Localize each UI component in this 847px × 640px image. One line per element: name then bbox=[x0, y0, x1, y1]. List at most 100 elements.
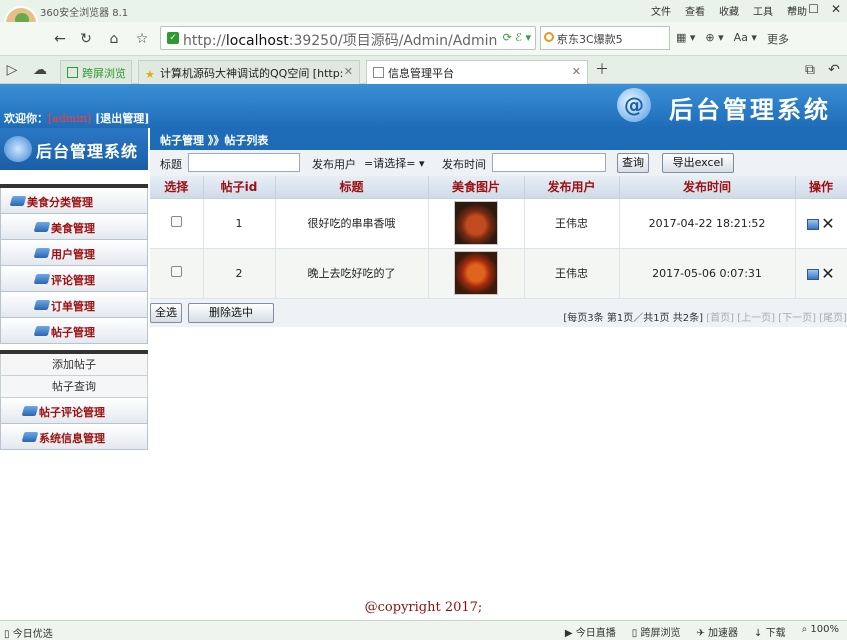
pager-prev[interactable]: [上一页] bbox=[737, 313, 775, 324]
menu-file[interactable]: 文件 bbox=[651, 3, 671, 18]
query-button[interactable]: 查询 bbox=[617, 153, 649, 173]
pager-next[interactable]: [下一页] bbox=[778, 313, 816, 324]
column-actions: 操作 bbox=[795, 176, 847, 199]
undo-icon[interactable]: ↶ bbox=[824, 60, 844, 80]
cell-user: 王伟忠 bbox=[524, 198, 620, 249]
translate-icon[interactable]: Aa ▾ bbox=[734, 31, 757, 47]
tab-bar: ▷ ☁ 跨屏浏览 ★ 计算机源码大神调试的QQ空间 [http: ✕ 信息管理平台… bbox=[0, 56, 847, 84]
sidebar-item-food[interactable]: 美食管理 bbox=[0, 214, 148, 240]
menu-favorites[interactable]: 收藏 bbox=[719, 3, 739, 18]
star-icon[interactable]: ☆ bbox=[132, 29, 152, 49]
tab-qq-space[interactable]: ★ 计算机源码大神调试的QQ空间 [http: ✕ bbox=[138, 60, 360, 84]
restore-tab-icon[interactable]: ⧉ bbox=[800, 60, 820, 80]
cloud-icon[interactable]: ☁ bbox=[30, 60, 50, 80]
tab-close-icon[interactable]: ✕ bbox=[344, 65, 353, 78]
apps-icon[interactable]: ▦ ▾ bbox=[676, 31, 695, 47]
table-row: 1 很好吃的串串香哦 王伟忠 2017-04-22 18:21:52 ✕ bbox=[150, 198, 847, 249]
tab-cross-screen[interactable]: 跨屏浏览 bbox=[60, 60, 132, 84]
tab-close-icon[interactable]: ✕ bbox=[572, 65, 581, 78]
table-header-row: 选择 帖子id 标题 美食图片 发布用户 发布时间 操作 bbox=[150, 176, 847, 199]
sidebar-item-post-comments[interactable]: 帖子评论管理 bbox=[0, 398, 148, 424]
column-select: 选择 bbox=[150, 176, 204, 199]
column-title: 标题 bbox=[275, 176, 429, 199]
minimize-icon[interactable]: ─ bbox=[789, 2, 796, 16]
pager-info: [每页3条 第1页／共1页 共2条] [首页] [上一页] [下一页] [尾页] bbox=[563, 312, 847, 324]
app-header: 欢迎你：[admin] [退出管理] @ 后台管理系统 bbox=[0, 84, 847, 128]
welcome-text: 欢迎你：[admin] [退出管理] bbox=[4, 112, 150, 125]
user-select[interactable]: =请选择= ▾ bbox=[362, 152, 434, 172]
star-tab-icon: ★ bbox=[145, 68, 155, 81]
phone-icon: ▯ bbox=[4, 629, 10, 640]
home-icon[interactable]: ⌂ bbox=[104, 29, 124, 49]
new-tab-icon[interactable]: ＋ bbox=[592, 60, 612, 80]
title-input[interactable] bbox=[188, 153, 300, 172]
logout-link[interactable]: [退出管理] bbox=[95, 112, 149, 125]
folder-icon bbox=[33, 274, 51, 284]
address-actions-icon[interactable]: ⟳ ℰ ▾ bbox=[503, 31, 531, 44]
delete-icon[interactable]: ✕ bbox=[821, 214, 834, 233]
search-icon[interactable]: ⌕ bbox=[557, 30, 665, 45]
sidebar-subitem-add-post[interactable]: 添加帖子 bbox=[0, 354, 148, 376]
phone-icon: ▯ bbox=[631, 628, 638, 639]
row-checkbox[interactable] bbox=[170, 266, 182, 277]
folder-icon bbox=[9, 196, 27, 206]
sidebar-item-orders[interactable]: 订单管理 bbox=[0, 292, 148, 318]
phone-icon bbox=[67, 67, 78, 78]
browser-statusbar: ▯ 今日优选 ▶ 今日直播 ▯ 跨屏浏览 ✈ 加速器 ↓ 下载 ⌕ 100% bbox=[0, 620, 847, 640]
status-daily-picks[interactable]: ▯ 今日优选 bbox=[4, 625, 53, 640]
current-user: [admin] bbox=[48, 112, 92, 125]
address-text: http://localhost:39250/项目源码/Admin/Admin bbox=[183, 33, 498, 49]
edit-icon[interactable] bbox=[807, 268, 820, 280]
column-user: 发布用户 bbox=[524, 176, 620, 199]
tab-info-platform[interactable]: 信息管理平台 ✕ bbox=[366, 60, 588, 84]
status-live[interactable]: ▶ 今日直播 bbox=[565, 624, 616, 639]
sidebar-item-posts[interactable]: 帖子管理 bbox=[0, 318, 148, 344]
pager-last[interactable]: [尾页] bbox=[819, 313, 847, 324]
back-icon[interactable]: ← bbox=[50, 29, 70, 49]
title-label: 标题 bbox=[160, 158, 182, 171]
sidebar-item-users[interactable]: 用户管理 bbox=[0, 240, 148, 266]
more-button[interactable]: 更多 bbox=[767, 31, 789, 47]
status-zoom[interactable]: ⌕ 100% bbox=[802, 624, 839, 639]
sidebar-heading: 后台管理系统 bbox=[0, 128, 148, 170]
folder-icon bbox=[33, 222, 51, 232]
column-post-id: 帖子id bbox=[203, 176, 276, 199]
browser-menus: 文件 查看 收藏 工具 帮助 bbox=[651, 3, 807, 18]
export-excel-button[interactable]: 导出excel bbox=[662, 153, 734, 173]
sidebar-subitem-query-post[interactable]: 帖子查询 bbox=[0, 376, 148, 398]
cell-title: 很好吃的串串香哦 bbox=[275, 198, 429, 249]
cell-user: 王伟忠 bbox=[524, 248, 620, 299]
sidebar-toggle-icon[interactable]: ▷ bbox=[2, 60, 22, 80]
row-checkbox[interactable] bbox=[170, 216, 182, 227]
pager-first[interactable]: [首页] bbox=[706, 313, 734, 324]
menu-tools[interactable]: 工具 bbox=[753, 3, 773, 18]
filter-bar: 标题 发布用户 =请选择= ▾ 发布时间 查询 导出excel bbox=[150, 150, 847, 176]
folder-icon bbox=[33, 300, 51, 310]
maximize-icon[interactable]: ☐ bbox=[808, 2, 819, 16]
user-label: 发布用户 bbox=[312, 158, 356, 171]
sidebar-item-system-info[interactable]: 系统信息管理 bbox=[0, 424, 148, 450]
close-icon[interactable]: ✕ bbox=[831, 2, 841, 16]
status-accelerator[interactable]: ✈ 加速器 bbox=[696, 624, 738, 639]
time-input[interactable] bbox=[492, 153, 606, 172]
delete-icon[interactable]: ✕ bbox=[821, 264, 834, 283]
status-download[interactable]: ↓ 下载 bbox=[754, 624, 786, 639]
status-cross-screen[interactable]: ▯ 跨屏浏览 bbox=[632, 624, 681, 639]
food-image bbox=[454, 201, 498, 245]
shield-tool-icon[interactable]: ⊕ ▾ bbox=[705, 31, 723, 47]
chevron-down-icon: ▾ bbox=[418, 157, 425, 170]
menu-view[interactable]: 查看 bbox=[685, 3, 705, 18]
time-label: 发布时间 bbox=[442, 158, 486, 171]
globe-icon bbox=[4, 136, 32, 162]
sidebar-item-food-category[interactable]: 美食分类管理 bbox=[0, 188, 148, 214]
window-controls: ─ ☐ ✕ bbox=[789, 2, 841, 16]
brand-logo-icon: @ bbox=[617, 88, 651, 122]
address-bar[interactable]: ✓ http://localhost:39250/项目源码/Admin/Admi… bbox=[160, 26, 536, 50]
delete-selected-button[interactable]: 删除选中 bbox=[188, 302, 274, 323]
search-box[interactable]: 京东3C爆款5 ⌕ bbox=[540, 26, 670, 50]
sidebar-item-comments[interactable]: 评论管理 bbox=[0, 266, 148, 292]
edit-icon[interactable] bbox=[807, 218, 820, 230]
cell-title: 晚上去吃好吃的了 bbox=[275, 248, 429, 299]
select-all-button[interactable]: 全选 bbox=[150, 302, 182, 323]
refresh-icon[interactable]: ↻ bbox=[76, 29, 96, 49]
